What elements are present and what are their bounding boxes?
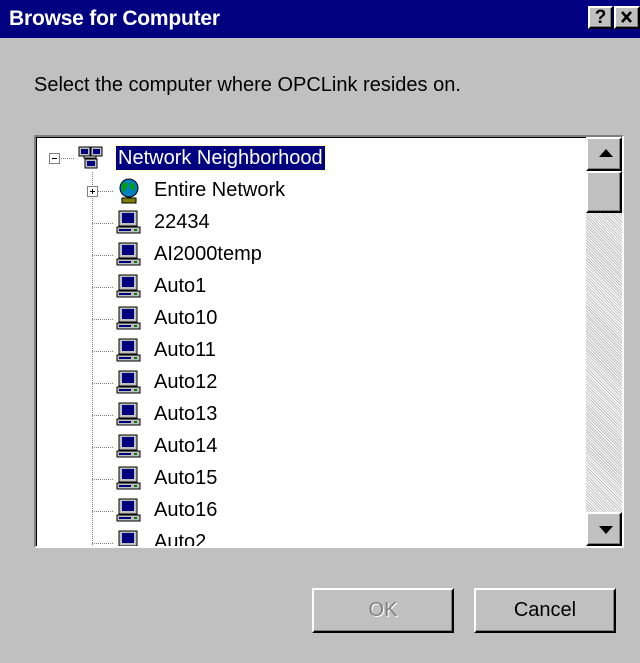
tree-connector: [61, 158, 75, 159]
tree-node-auto14[interactable]: Auto14: [36, 432, 576, 462]
tree-node-auto15[interactable]: Auto15: [36, 464, 576, 494]
cancel-button[interactable]: Cancel: [474, 588, 616, 633]
browse-for-computer-dialog: Browse for Computer ? Select the compute…: [0, 0, 640, 663]
scroll-down-button[interactable]: [586, 512, 622, 546]
tree-connector: [92, 415, 114, 416]
tree-node-auto16[interactable]: Auto16: [36, 496, 576, 526]
network-neighborhood-icon: [76, 144, 106, 172]
arrow-down-icon: [599, 526, 613, 534]
computer-icon: [114, 273, 144, 301]
tree-node-label: Auto10: [154, 307, 218, 329]
tree-node-label: Auto16: [154, 499, 218, 521]
close-icon: [621, 11, 632, 23]
tree-node-label: Network Neighborhood: [115, 145, 326, 171]
globe-icon: [114, 177, 144, 205]
ok-button[interactable]: OK: [312, 588, 454, 633]
tree-connector: [92, 383, 114, 384]
computer-icon: [114, 465, 144, 493]
vertical-scrollbar[interactable]: [586, 137, 622, 546]
collapse-toggle[interactable]: [49, 153, 60, 164]
tree-connector: [92, 511, 114, 512]
computer-tree-view[interactable]: Network Neighborhood Entire Network 22434 A…: [34, 135, 624, 548]
title-bar[interactable]: Browse for Computer ?: [0, 0, 640, 38]
tree-node-auto13[interactable]: Auto13: [36, 400, 576, 430]
tree-node-label: Entire Network: [154, 179, 286, 201]
tree-node-label: AI2000temp: [154, 243, 262, 265]
tree-node-label: Auto11: [154, 339, 216, 361]
tree-node-entire-network[interactable]: Entire Network: [36, 176, 576, 206]
tree-connector: [92, 447, 114, 448]
computer-icon: [114, 337, 144, 365]
tree-connector: [92, 223, 114, 224]
tree-node-ai2000temp[interactable]: AI2000temp: [36, 240, 576, 270]
tree-node-auto10[interactable]: Auto10: [36, 304, 576, 334]
tree-connector: [92, 543, 114, 544]
tree-node-label: 22434: [154, 211, 210, 233]
tree-connector: [92, 319, 114, 320]
tree-node-label: Auto12: [154, 371, 218, 393]
computer-icon: [114, 529, 144, 546]
tree-node-auto2[interactable]: Auto2: [36, 528, 576, 546]
tree-connector: [92, 351, 114, 352]
instruction-text: Select the computer where OPCLink reside…: [34, 74, 461, 96]
tree-node-auto11[interactable]: Auto11: [36, 336, 576, 366]
computer-icon: [114, 369, 144, 397]
help-icon: ?: [594, 7, 607, 28]
scroll-up-button[interactable]: [586, 137, 622, 171]
tree-node-auto1[interactable]: Auto1: [36, 272, 576, 302]
tree-node-auto12[interactable]: Auto12: [36, 368, 576, 398]
tree-connector: [92, 287, 114, 288]
tree-node-22434[interactable]: 22434: [36, 208, 576, 238]
tree-node-label: Auto14: [154, 435, 218, 457]
computer-icon: [114, 241, 144, 269]
arrow-up-icon: [599, 149, 613, 157]
tree-node-label: Auto13: [154, 403, 218, 425]
tree-node-label: Auto1: [154, 275, 207, 297]
window-title: Browse for Computer: [9, 7, 220, 30]
close-button[interactable]: [614, 6, 640, 29]
tree-connector: [92, 479, 114, 480]
tree-content: Network Neighborhood Entire Network 22434 A…: [36, 137, 586, 546]
expand-toggle[interactable]: [87, 186, 98, 197]
computer-icon: [114, 305, 144, 333]
tree-root-node[interactable]: Network Neighborhood: [36, 144, 576, 174]
tree-node-label: Auto15: [154, 467, 218, 489]
computer-icon: [114, 433, 144, 461]
tree-node-label: Auto2: [154, 531, 207, 546]
help-button[interactable]: ?: [588, 6, 613, 29]
tree-connector: [92, 255, 114, 256]
scroll-thumb[interactable]: [586, 171, 622, 213]
computer-icon: [114, 401, 144, 429]
computer-icon: [114, 209, 144, 237]
computer-icon: [114, 497, 144, 525]
